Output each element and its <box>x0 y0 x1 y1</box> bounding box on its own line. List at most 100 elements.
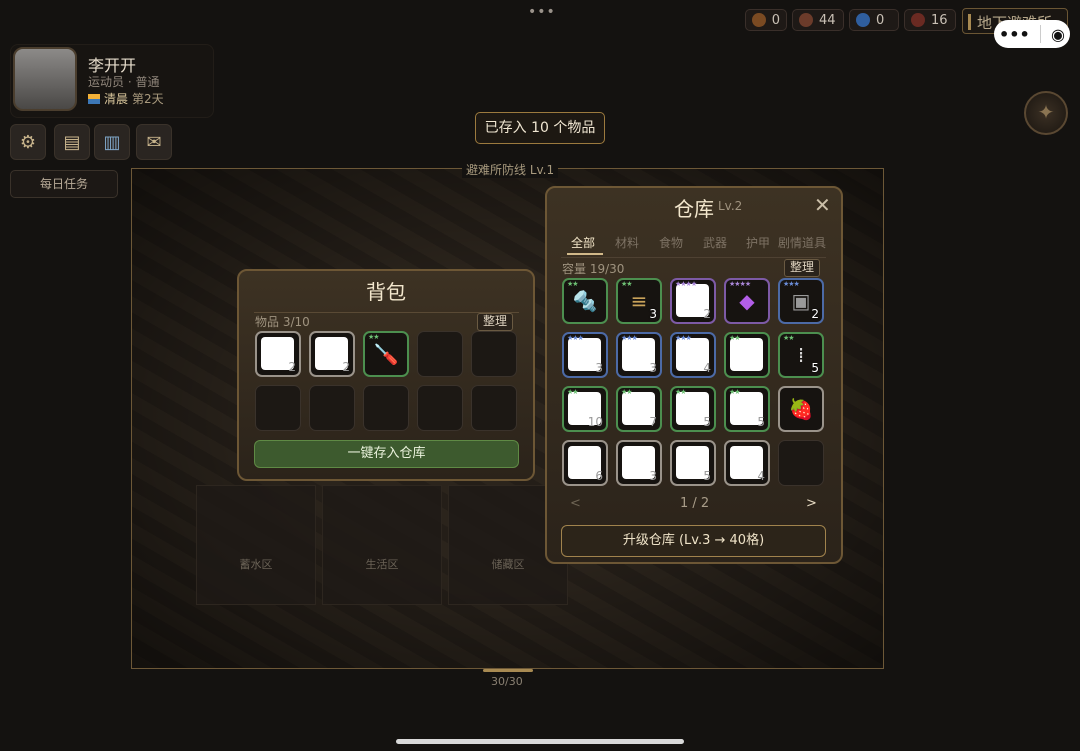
rarity-stars: ★★★ <box>675 334 692 342</box>
tab-4[interactable]: 护甲 <box>746 234 770 251</box>
strawberry-icon: 🍓 <box>788 397 814 421</box>
item-count: 3 <box>649 361 657 375</box>
store-all-button[interactable]: 一键存入仓库 <box>254 440 519 468</box>
item-slot[interactable]: ★★★ 3 <box>616 332 662 378</box>
item-count: 2 <box>342 360 350 374</box>
heart-icon <box>911 13 925 27</box>
item-slot[interactable]: 2 <box>309 331 355 377</box>
mail-button[interactable]: ✉ <box>136 124 172 160</box>
item-count: 5 <box>703 469 711 483</box>
rarity-stars: ★★ <box>567 280 579 288</box>
room-label: 蓄水区 <box>239 558 273 571</box>
item-slot[interactable]: 5 <box>670 440 716 486</box>
item-slot[interactable]: 🍓 <box>778 386 824 432</box>
warehouse-title: 仓库 <box>674 197 714 221</box>
tab-1[interactable]: 材料 <box>615 234 639 251</box>
notes-button[interactable]: ▤ <box>54 124 90 160</box>
rarity-stars: ★★ <box>783 334 795 342</box>
item-slot[interactable]: ★★ 7 <box>616 386 662 432</box>
room-label: 储藏区 <box>491 558 525 571</box>
item-slot[interactable]: ★★ <box>724 332 770 378</box>
item-slot[interactable]: ★★★★ 2 <box>670 278 716 324</box>
daily-tasks-button[interactable]: 每日任务 <box>10 170 118 198</box>
warehouse-capacity: 容量 19/30 <box>562 262 625 276</box>
item-slot[interactable]: ★★★ 4 <box>670 332 716 378</box>
empty-slot[interactable] <box>255 385 301 431</box>
rarity-stars: ★★ <box>621 280 633 288</box>
item-slot[interactable]: 🔩 ★★ <box>562 278 608 324</box>
settings-button[interactable]: ⚙ <box>10 124 46 160</box>
day-counter: 第2天 <box>132 92 164 106</box>
prev-page-button[interactable]: < <box>570 496 581 511</box>
item-slot[interactable]: ★★ 5 <box>724 386 770 432</box>
empty-slot[interactable] <box>471 385 517 431</box>
close-target-icon[interactable]: ◉ <box>1051 25 1065 44</box>
resource-value: 44 <box>819 12 836 28</box>
empty-slot[interactable] <box>417 385 463 431</box>
item-card <box>730 338 763 371</box>
item-slot[interactable]: 3 <box>616 440 662 486</box>
more-icon[interactable]: ••• <box>999 25 1030 44</box>
mail-icon: ✉ <box>146 131 162 153</box>
page-indicator: 1 / 2 <box>680 496 710 511</box>
item-slot[interactable]: ▣ ★★★ 2 <box>778 278 824 324</box>
map-title: 避难所防线 Lv.1 <box>462 161 559 178</box>
player-role: 运动员 · 普通 <box>88 75 160 89</box>
water-icon <box>856 13 870 27</box>
next-page-button[interactable]: > <box>806 496 817 511</box>
active-tab-underline <box>567 253 603 255</box>
tab-3[interactable]: 武器 <box>703 234 727 251</box>
item-count: 2 <box>288 360 296 374</box>
mini-program-capsule[interactable]: ••• ◉ <box>994 20 1070 48</box>
empty-slot[interactable] <box>778 440 824 486</box>
rarity-stars: ★★★ <box>621 334 638 342</box>
item-count: 5 <box>811 361 819 375</box>
backpack-title: 背包 <box>366 280 406 304</box>
divider <box>561 257 826 258</box>
more-dots[interactable]: ••• <box>528 4 555 20</box>
empty-slot[interactable] <box>417 331 463 377</box>
room-living[interactable]: 生活区 <box>322 485 442 605</box>
item-count: 2 <box>703 307 711 321</box>
book-button[interactable]: ▥ <box>94 124 130 160</box>
item-slot[interactable]: 🪛 ★★ <box>363 331 409 377</box>
time-display: 清晨 第2天 <box>88 90 164 107</box>
item-count: 3 <box>649 469 657 483</box>
item-slot[interactable]: ≡ ★★ 3 <box>616 278 662 324</box>
tab-5[interactable]: 剧情道具 <box>778 234 826 251</box>
item-count: 10 <box>587 415 603 429</box>
empty-slot[interactable] <box>363 385 409 431</box>
warehouse-sort-button[interactable]: 整理 <box>784 259 821 277</box>
rarity-stars: ★★★★ <box>675 280 697 288</box>
gear-icon: ⚙ <box>19 131 37 153</box>
item-slot[interactable]: ★★★ 3 <box>562 332 608 378</box>
home-indicator[interactable] <box>396 739 684 744</box>
avatar[interactable] <box>13 47 77 111</box>
book-icon: ▥ <box>103 131 121 153</box>
rarity-stars: ★★ <box>567 388 579 396</box>
item-slot[interactable]: ★★ 5 <box>670 386 716 432</box>
empty-slot[interactable] <box>309 385 355 431</box>
item-slot[interactable]: 2 <box>255 331 301 377</box>
item-count: 7 <box>649 415 657 429</box>
rarity-stars: ★★★ <box>783 280 800 288</box>
rarity-stars: ★★★★ <box>729 280 751 288</box>
tab-2[interactable]: 食物 <box>659 234 683 251</box>
item-slot[interactable]: 6 <box>562 440 608 486</box>
backpack-sort-button[interactable]: 整理 <box>477 313 514 331</box>
item-slot[interactable]: ⁞ ★★ 5 <box>778 332 824 378</box>
room-water[interactable]: 蓄水区 <box>196 485 316 605</box>
item-slot[interactable]: 4 <box>724 440 770 486</box>
empty-slot[interactable] <box>471 331 517 377</box>
item-count: 3 <box>595 361 603 375</box>
tab-0[interactable]: 全部 <box>571 234 595 251</box>
close-icon[interactable]: ✕ <box>814 193 831 217</box>
gem-icon: ◆ <box>739 289 755 313</box>
map-counter: 30/30 <box>491 675 523 688</box>
rarity-stars: ★★ <box>675 388 687 396</box>
item-slot[interactable]: ★★ 10 <box>562 386 608 432</box>
item-count: 5 <box>757 415 765 429</box>
upgrade-warehouse-button[interactable]: 升级仓库 (Lv.3 → 40格) <box>561 525 826 557</box>
compass-icon[interactable]: ✦ <box>1024 91 1068 135</box>
item-slot[interactable]: ◆ ★★★★ <box>724 278 770 324</box>
